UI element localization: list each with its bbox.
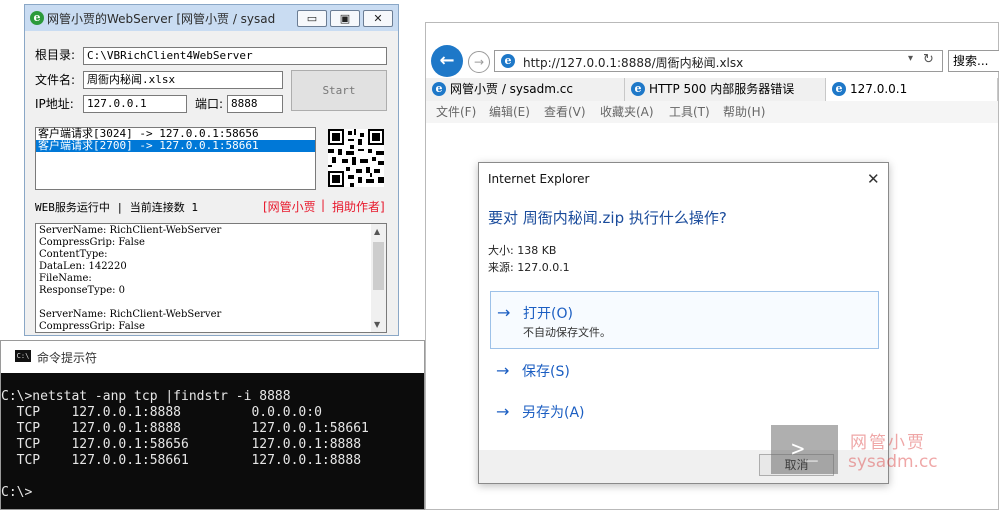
link-separator: | bbox=[321, 198, 326, 212]
port-label: 端口: bbox=[195, 97, 224, 111]
menu-view[interactable]: 查看(V) bbox=[544, 101, 586, 123]
ip-label: IP地址: bbox=[35, 97, 74, 111]
open-option[interactable]: → 打开(O) 不自动保存文件。 bbox=[490, 291, 879, 349]
minimize-button[interactable]: ▭ bbox=[297, 10, 327, 27]
file-label: 文件名: bbox=[35, 73, 76, 87]
dialog-question: 要对 周衙内秘闻.zip 执行什么操作? bbox=[488, 209, 727, 227]
dropdown-icon[interactable]: ▾ bbox=[908, 53, 913, 64]
log-line: ResponseType: 0 bbox=[39, 285, 126, 296]
watermark-site: sysadm.cc bbox=[848, 452, 938, 472]
save-option[interactable]: → 保存(S) bbox=[490, 361, 879, 385]
webserver-window: e 网管小贾的WebServer [网管小贾 / sysad ▭ ▣ ✕ 根目录… bbox=[24, 4, 399, 336]
open-label: 打开(O) bbox=[523, 306, 573, 322]
cmd-line: TCP 127.0.0.1:8888 0.0.0.0:0 bbox=[1, 405, 322, 420]
cmd-line bbox=[1, 469, 424, 485]
tab-http-500[interactable]: e HTTP 500 内部服务器错误 bbox=[625, 78, 826, 101]
arrow-right-icon: → bbox=[496, 361, 510, 380]
donate-link[interactable]: 捐助作者] bbox=[332, 198, 385, 215]
tab-label: HTTP 500 内部服务器错误 bbox=[649, 82, 795, 96]
address-bar[interactable]: e http://127.0.0.1:8888/周衙内秘闻.xlsx ▾ ↻ bbox=[494, 50, 943, 72]
cmd-console[interactable]: C:\>netstat -anp tcp |findstr -i 8888 TC… bbox=[1, 373, 424, 509]
list-item[interactable]: 客户端请求[2700] -> 127.0.0.1:58661 bbox=[36, 140, 315, 152]
filename-input[interactable]: 周衙内秘闻.xlsx bbox=[83, 71, 283, 89]
tab-icon: e bbox=[631, 82, 645, 96]
refresh-icon[interactable]: ↻ bbox=[923, 52, 934, 67]
scroll-thumb[interactable] bbox=[373, 242, 384, 290]
save-as-label: 另存为(A) bbox=[522, 405, 585, 421]
cmd-line: C:\>netstat -anp tcp |findstr -i 8888 bbox=[1, 389, 291, 404]
log-line: FileName: bbox=[39, 273, 92, 284]
watermark-name: 网管小贾 bbox=[850, 433, 926, 453]
start-button[interactable]: Start bbox=[291, 70, 387, 111]
tab-sysadm[interactable]: e 网管小贾 / sysadm.cc bbox=[426, 78, 625, 101]
ip-input[interactable]: 127.0.0.1 bbox=[83, 95, 187, 113]
save-as-option[interactable]: → 另存为(A) bbox=[490, 402, 879, 426]
arrow-right-icon: → bbox=[496, 402, 510, 421]
app-icon: e bbox=[30, 11, 44, 25]
cmd-window: C:\ 命令提示符 C:\>netstat -anp tcp |findstr … bbox=[0, 340, 425, 510]
tab-label: 127.0.0.1 bbox=[850, 82, 908, 96]
tab-icon: e bbox=[832, 82, 846, 96]
arrow-right-icon: → bbox=[497, 303, 511, 322]
menu-favorites[interactable]: 收藏夹(A) bbox=[600, 101, 654, 123]
ie-navbar: ← → e http://127.0.0.1:8888/周衙内秘闻.xlsx ▾… bbox=[426, 23, 999, 78]
cmd-line: TCP 127.0.0.1:58661 127.0.0.1:8888 bbox=[1, 453, 362, 468]
menu-bar: 文件(F) 编辑(E) 查看(V) 收藏夹(A) 工具(T) 帮助(H) bbox=[426, 101, 998, 123]
request-list[interactable]: 客户端请求[3024] -> 127.0.0.1:58656 客户端请求[270… bbox=[35, 127, 316, 190]
restore-button[interactable]: ▣ bbox=[330, 10, 360, 27]
search-input[interactable]: 搜索... bbox=[948, 50, 999, 72]
menu-file[interactable]: 文件(F) bbox=[436, 101, 476, 123]
response-log[interactable]: ServerName: RichClient-WebServer Compres… bbox=[35, 223, 387, 333]
menu-tools[interactable]: 工具(T) bbox=[669, 101, 710, 123]
cmd-title: 命令提示符 bbox=[37, 351, 98, 365]
watermark-logo: >_ bbox=[771, 425, 838, 474]
cmd-prompt[interactable]: C:\> bbox=[1, 485, 424, 501]
log-line: ServerName: RichClient-WebServer bbox=[39, 225, 222, 236]
save-label: 保存(S) bbox=[522, 364, 570, 380]
log-line: ContentType: bbox=[39, 249, 108, 260]
open-description: 不自动保存文件。 bbox=[523, 326, 611, 339]
tab-bar: e 网管小贾 / sysadm.cc e HTTP 500 内部服务器错误 e … bbox=[426, 78, 998, 102]
root-label: 根目录: bbox=[35, 48, 76, 62]
scroll-down-icon[interactable]: ▼ bbox=[374, 320, 380, 329]
tab-label: 网管小贾 / sysadm.cc bbox=[450, 82, 573, 96]
close-icon[interactable]: ✕ bbox=[867, 170, 880, 188]
root-dir-input[interactable]: C:\VBRichClient4WebServer bbox=[83, 47, 387, 65]
port-input[interactable]: 8888 bbox=[227, 95, 283, 113]
menu-edit[interactable]: 编辑(E) bbox=[489, 101, 530, 123]
back-icon[interactable]: ← bbox=[431, 45, 463, 77]
file-size: 大小: 138 KB bbox=[488, 244, 557, 257]
log-line: DataLen: 142220 bbox=[39, 261, 127, 272]
cmd-line: TCP 127.0.0.1:58656 127.0.0.1:8888 bbox=[1, 437, 362, 452]
tab-localhost[interactable]: e 127.0.0.1 bbox=[826, 78, 998, 101]
close-button[interactable]: ✕ bbox=[363, 10, 393, 27]
tab-icon: e bbox=[432, 82, 446, 96]
author-link[interactable]: [网管小贾 bbox=[263, 198, 316, 215]
dialog-title: Internet Explorer bbox=[488, 172, 590, 186]
menu-help[interactable]: 帮助(H) bbox=[723, 101, 765, 123]
cmd-icon: C:\ bbox=[15, 350, 31, 362]
page-icon: e bbox=[501, 54, 515, 68]
window-title: 网管小贾的WebServer [网管小贾 / sysad bbox=[47, 12, 276, 26]
log-scrollbar[interactable]: ▲ ▼ bbox=[371, 224, 386, 332]
log-line: CompressGrip: False bbox=[39, 237, 145, 248]
address-text[interactable]: http://127.0.0.1:8888/周衙内秘闻.xlsx bbox=[523, 54, 743, 71]
server-status: WEB服务运行中 | 当前连接数 1 bbox=[35, 201, 198, 214]
qr-code bbox=[328, 129, 384, 187]
scroll-up-icon[interactable]: ▲ bbox=[374, 227, 380, 236]
webserver-titlebar[interactable]: e 网管小贾的WebServer [网管小贾 / sysad ▭ ▣ ✕ bbox=[25, 5, 398, 31]
file-source: 来源: 127.0.0.1 bbox=[488, 261, 570, 274]
log-line: CompressGrip: False bbox=[39, 321, 145, 332]
forward-icon[interactable]: → bbox=[468, 51, 490, 73]
cmd-line: TCP 127.0.0.1:8888 127.0.0.1:58661 bbox=[1, 421, 369, 436]
log-line: ServerName: RichClient-WebServer bbox=[39, 309, 222, 320]
